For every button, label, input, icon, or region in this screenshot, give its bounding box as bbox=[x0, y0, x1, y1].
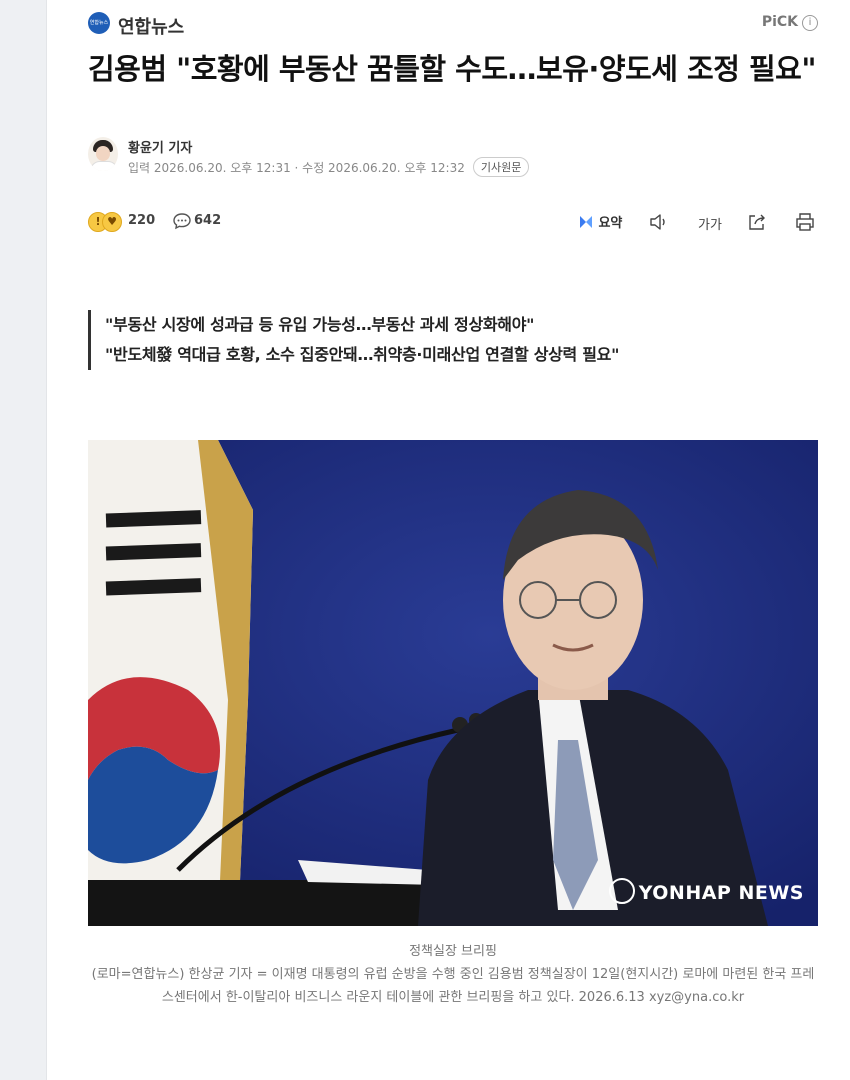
press-name[interactable]: 연합뉴스 bbox=[118, 13, 184, 39]
subtitle-line: "반도체發 역대급 호황, 소수 집중안돼…취약층·미래산업 연결할 상상력 필… bbox=[105, 345, 620, 364]
article-dates: 입력 2026.06.20. 오후 12:31 · 수정 2026.06.20.… bbox=[128, 157, 530, 177]
reporter-avatar[interactable] bbox=[88, 137, 118, 171]
photo-watermark: YONHAP NEWS bbox=[608, 878, 804, 904]
subtitle-line: "부동산 시장에 성과급 등 유입 가능성…부동산 과세 정상화해야" bbox=[105, 315, 535, 334]
article-subtitles: "부동산 시장에 성과급 등 유입 가능성…부동산 과세 정상화해야" "반도체… bbox=[88, 310, 825, 370]
article-tools: 요약 가가 bbox=[578, 210, 818, 236]
print-icon[interactable] bbox=[794, 211, 816, 233]
comment-icon[interactable] bbox=[172, 211, 192, 231]
article-page: 연합뉴스 연합뉴스 PiCK i 김용범 "호황에 부동산 꿈틀할 수도…보유·양… bbox=[48, 0, 850, 1080]
article-photo[interactable]: YONHAP NEWS bbox=[88, 440, 818, 926]
reaction-count[interactable]: 220 bbox=[128, 213, 155, 228]
summary-icon bbox=[580, 216, 592, 228]
article-headline: 김용범 "호황에 부동산 꿈틀할 수도…보유·양도세 조정 필요" bbox=[88, 52, 816, 86]
share-icon[interactable] bbox=[746, 211, 768, 233]
press-header: 연합뉴스 연합뉴스 PiCK i bbox=[88, 12, 818, 38]
audio-icon[interactable] bbox=[648, 212, 670, 232]
summary-label: 요약 bbox=[598, 216, 623, 231]
reaction-bar: ! ♥ 220 642 요약 가가 bbox=[88, 210, 818, 236]
byline: 황윤기 기자 입력 2026.06.20. 오후 12:31 · 수정 2026… bbox=[88, 137, 788, 177]
reporter-name[interactable]: 황윤기 기자 bbox=[128, 137, 192, 156]
reaction-emoji-icon[interactable]: ! ♥ bbox=[88, 212, 124, 232]
press-logo-icon[interactable]: 연합뉴스 bbox=[88, 12, 110, 34]
photo-illustration bbox=[88, 440, 818, 926]
caption-body: (로마=연합뉴스) 한상균 기자 = 이재명 대통령의 유럽 순방을 수행 중인… bbox=[91, 967, 815, 1005]
pick-badge[interactable]: PiCK i bbox=[762, 14, 818, 31]
summary-button[interactable]: 요약 bbox=[578, 212, 622, 231]
info-icon[interactable]: i bbox=[802, 15, 818, 31]
font-size-icon[interactable]: 가가 bbox=[698, 214, 722, 233]
comment-count[interactable]: 642 bbox=[194, 213, 221, 228]
caption-title: 정책실장 브리핑 bbox=[409, 944, 497, 959]
photo-caption: 정책실장 브리핑 (로마=연합뉴스) 한상균 기자 = 이재명 대통령의 유럽 … bbox=[88, 940, 818, 1009]
pick-label: PiCK bbox=[761, 14, 798, 30]
left-gutter bbox=[0, 0, 47, 1080]
origin-article-button[interactable]: 기사원문 bbox=[472, 157, 530, 177]
publish-dates: 입력 2026.06.20. 오후 12:31 · 수정 2026.06.20.… bbox=[128, 161, 465, 175]
